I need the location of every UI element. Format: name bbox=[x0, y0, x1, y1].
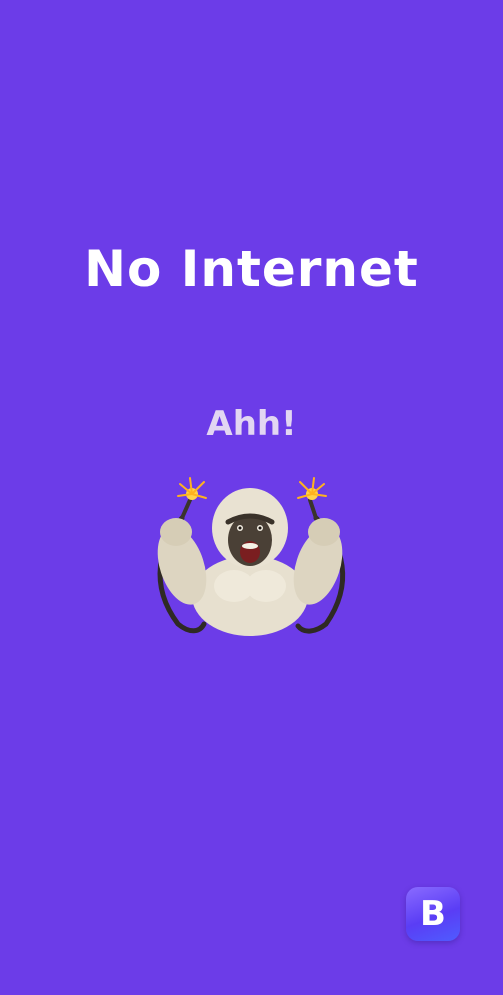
brand-letter: B bbox=[420, 894, 446, 934]
page-title: No Internet bbox=[84, 240, 419, 298]
no-internet-screen: No Internet Ahh! B bbox=[0, 0, 503, 995]
gorilla-icon bbox=[157, 477, 346, 636]
exclamation-text: Ahh! bbox=[206, 404, 297, 444]
brand-logo-icon[interactable]: B bbox=[406, 887, 460, 941]
